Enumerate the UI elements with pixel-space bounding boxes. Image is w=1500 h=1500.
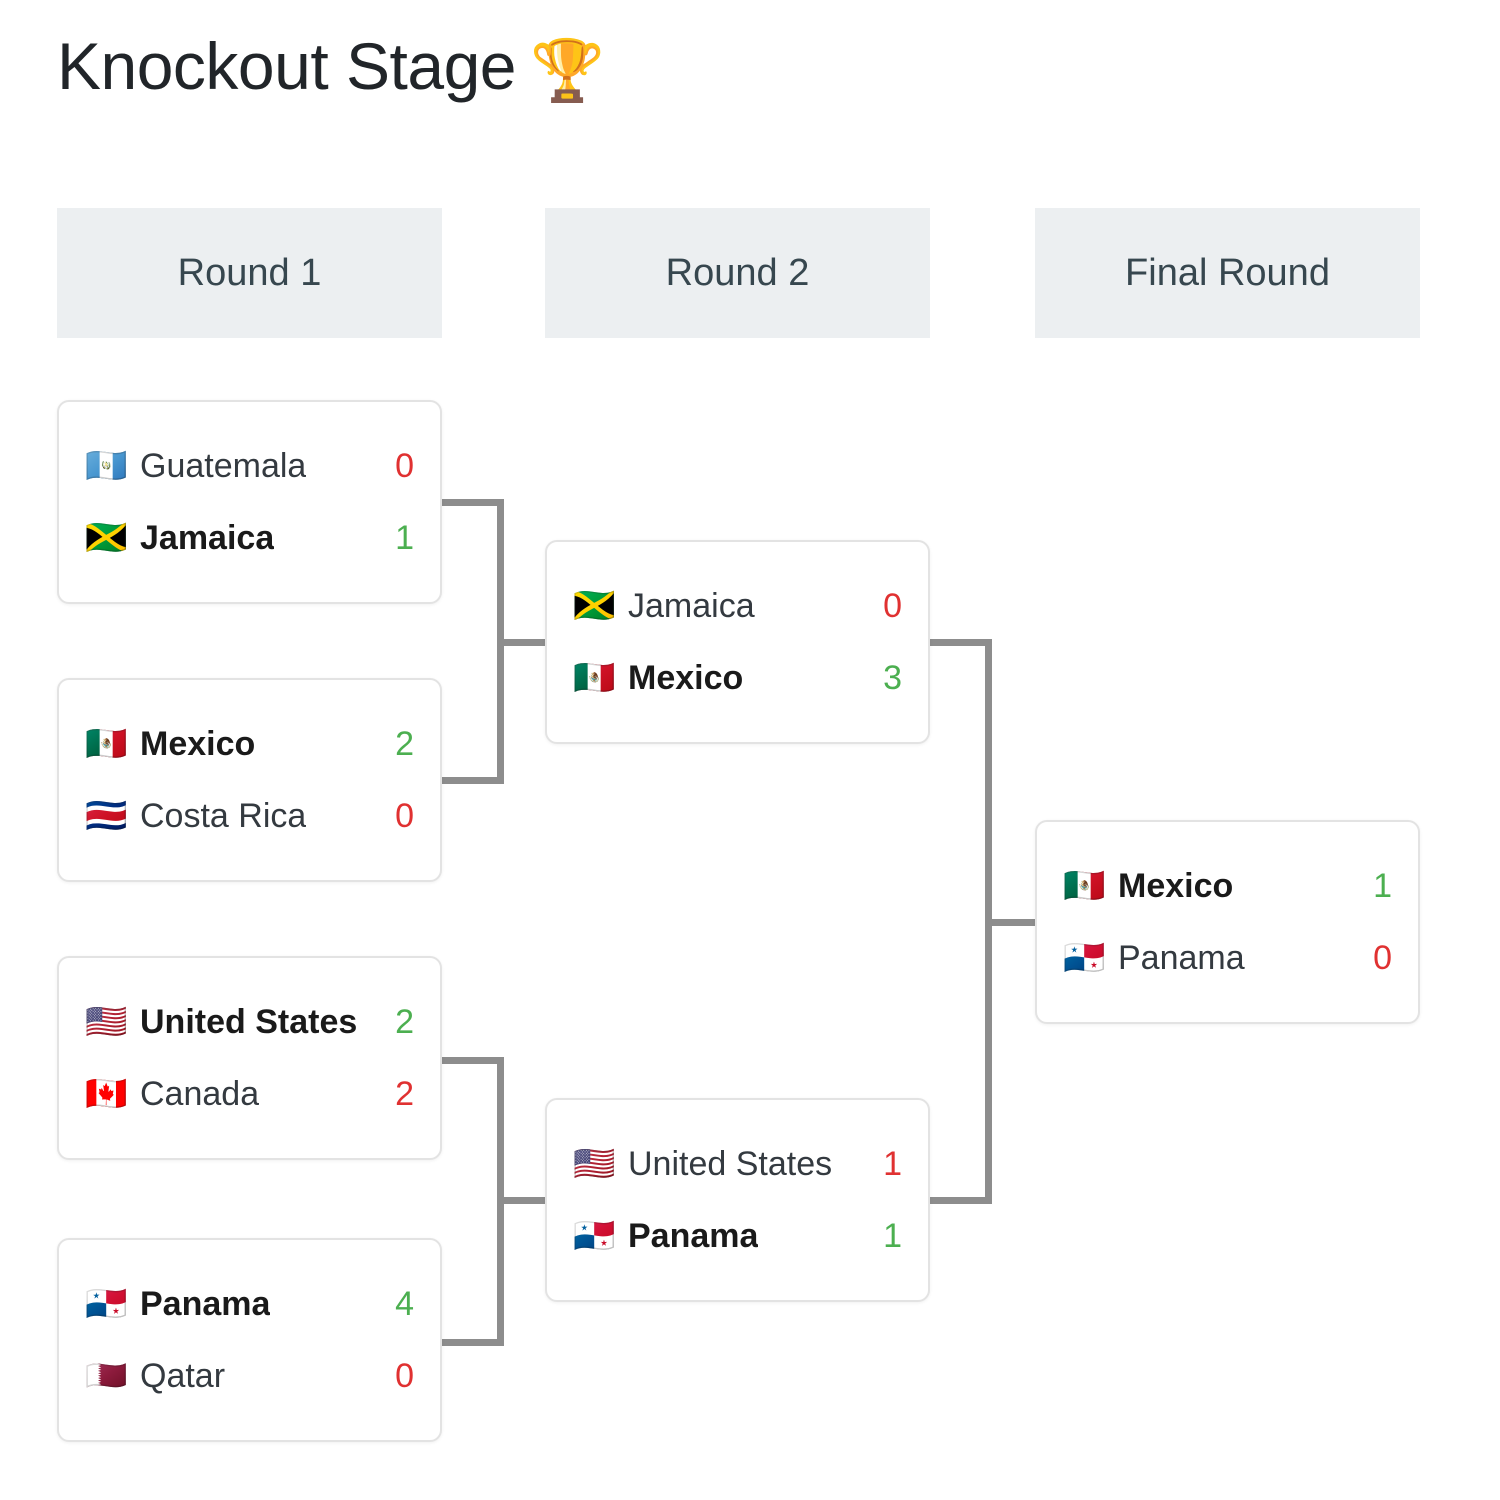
team-row[interactable]: 🇲🇽 Mexico 2 <box>85 708 414 780</box>
connector-into-r2-m0 <box>497 639 552 646</box>
match-card[interactable]: 🇬🇹 Guatemala 0 🇯🇲 Jamaica 1 <box>57 400 442 604</box>
team-score: 2 <box>395 724 414 763</box>
flag-mexico-icon: 🇲🇽 <box>85 724 128 764</box>
flag-qatar-icon: 🇶🇦 <box>85 1356 128 1396</box>
page-title: Knockout Stage 🏆 <box>57 28 605 106</box>
trophy-icon: 🏆 <box>530 36 605 106</box>
team-score: 1 <box>1373 866 1392 905</box>
team-row[interactable]: 🇵🇦 Panama 1 <box>573 1200 902 1272</box>
connector-into-final <box>985 919 1040 926</box>
flag-united-states-icon: 🇺🇸 <box>85 1002 128 1042</box>
flag-guatemala-icon: 🇬🇹 <box>85 446 128 486</box>
team-score: 1 <box>883 1144 902 1183</box>
round-header-round-1: Round 1 <box>57 208 442 338</box>
team-score: 2 <box>395 1074 414 1113</box>
flag-jamaica-icon: 🇯🇲 <box>573 586 616 626</box>
match-card[interactable]: 🇺🇸 United States 1 🇵🇦 Panama 1 <box>545 1098 930 1302</box>
flag-panama-icon: 🇵🇦 <box>573 1216 616 1256</box>
team-row[interactable]: 🇵🇦 Panama 4 <box>85 1268 414 1340</box>
team-row[interactable]: 🇵🇦 Panama 0 <box>1063 922 1392 994</box>
match-card[interactable]: 🇲🇽 Mexico 2 🇨🇷 Costa Rica 0 <box>57 678 442 882</box>
round-header-label: Round 1 <box>177 251 322 294</box>
team-score: 0 <box>395 796 414 835</box>
connector-r1-m3-stub <box>442 1339 504 1346</box>
team-name: Jamaica <box>140 518 275 557</box>
round-header-label: Round 2 <box>665 251 810 294</box>
connector-r1-m1-stub <box>442 777 504 784</box>
match-card[interactable]: 🇯🇲 Jamaica 0 🇲🇽 Mexico 3 <box>545 540 930 744</box>
round-header-label: Final Round <box>1125 251 1330 294</box>
team-name: Mexico <box>628 658 744 697</box>
flag-mexico-icon: 🇲🇽 <box>573 658 616 698</box>
round-header-round-2: Round 2 <box>545 208 930 338</box>
team-row[interactable]: 🇨🇦 Canada 2 <box>85 1058 414 1130</box>
team-score: 1 <box>395 518 414 557</box>
flag-panama-icon: 🇵🇦 <box>85 1284 128 1324</box>
flag-mexico-icon: 🇲🇽 <box>1063 866 1106 906</box>
team-score: 0 <box>883 586 902 625</box>
round-header-final-round: Final Round <box>1035 208 1420 338</box>
flag-canada-icon: 🇨🇦 <box>85 1074 128 1114</box>
team-name: Panama <box>1118 938 1245 977</box>
team-name: Qatar <box>140 1356 226 1395</box>
connector-r2-m1-stub <box>930 1197 992 1204</box>
team-row[interactable]: 🇶🇦 Qatar 0 <box>85 1340 414 1412</box>
team-name: Panama <box>628 1216 759 1255</box>
team-name: Costa Rica <box>140 796 307 835</box>
team-row[interactable]: 🇺🇸 United States 1 <box>573 1128 902 1200</box>
flag-united-states-icon: 🇺🇸 <box>573 1144 616 1184</box>
team-row[interactable]: 🇺🇸 United States 2 <box>85 986 414 1058</box>
team-name: Mexico <box>140 724 256 763</box>
team-row[interactable]: 🇨🇷 Costa Rica 0 <box>85 780 414 852</box>
team-score: 2 <box>395 1002 414 1041</box>
page-title-text: Knockout Stage <box>57 29 517 103</box>
team-name: Canada <box>140 1074 260 1113</box>
match-card-final[interactable]: 🇲🇽 Mexico 1 🇵🇦 Panama 0 <box>1035 820 1420 1024</box>
team-score: 0 <box>395 446 414 485</box>
flag-panama-icon: 🇵🇦 <box>1063 938 1106 978</box>
team-name: Jamaica <box>628 586 755 625</box>
team-row[interactable]: 🇯🇲 Jamaica 0 <box>573 570 902 642</box>
match-card[interactable]: 🇺🇸 United States 2 🇨🇦 Canada 2 <box>57 956 442 1160</box>
team-name: United States <box>140 1002 358 1041</box>
team-score: 1 <box>883 1216 902 1255</box>
team-name: Mexico <box>1118 866 1234 905</box>
team-row[interactable]: 🇲🇽 Mexico 3 <box>573 642 902 714</box>
team-score: 4 <box>395 1284 414 1323</box>
connector-r1-m2-stub <box>442 1057 504 1064</box>
team-name: Guatemala <box>140 446 307 485</box>
connector-into-r2-m1 <box>497 1197 552 1204</box>
team-name: United States <box>628 1144 833 1183</box>
team-score: 3 <box>883 658 902 697</box>
team-row[interactable]: 🇬🇹 Guatemala 0 <box>85 430 414 502</box>
flag-jamaica-icon: 🇯🇲 <box>85 518 128 558</box>
connector-r1-m0-stub <box>442 499 504 506</box>
flag-costa-rica-icon: 🇨🇷 <box>85 796 128 836</box>
connector-r2-m0-stub <box>930 639 992 646</box>
match-card[interactable]: 🇵🇦 Panama 4 🇶🇦 Qatar 0 <box>57 1238 442 1442</box>
team-row[interactable]: 🇲🇽 Mexico 1 <box>1063 850 1392 922</box>
team-row[interactable]: 🇯🇲 Jamaica 1 <box>85 502 414 574</box>
team-score: 0 <box>395 1356 414 1395</box>
team-score: 0 <box>1373 938 1392 977</box>
team-name: Panama <box>140 1284 271 1323</box>
